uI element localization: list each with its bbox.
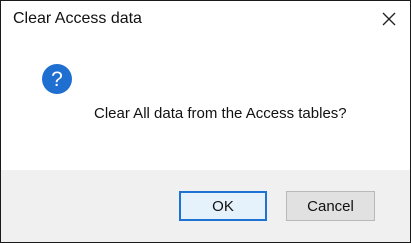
svg-text:?: ?	[51, 68, 63, 91]
question-icon: ?	[42, 64, 72, 94]
message-dialog: Clear Access data ? Clear All data from …	[0, 0, 411, 243]
close-button[interactable]	[378, 8, 400, 30]
ok-button[interactable]: OK	[179, 191, 267, 221]
close-icon	[382, 12, 396, 26]
dialog-content	[1, 37, 410, 170]
dialog-title: Clear Access data	[13, 10, 142, 27]
title-bar: Clear Access data	[1, 1, 410, 37]
button-bar: OK Cancel	[1, 170, 410, 242]
cancel-button[interactable]: Cancel	[286, 191, 375, 221]
dialog-message: Clear All data from the Access tables?	[94, 105, 347, 122]
